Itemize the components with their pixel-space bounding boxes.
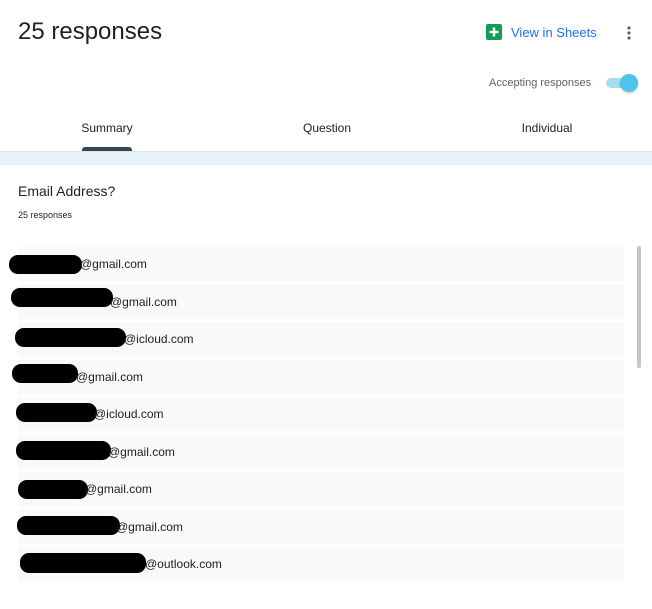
redaction-mark bbox=[11, 287, 113, 307]
more-vert-icon bbox=[627, 26, 631, 40]
response-row: @gmail.com bbox=[11, 284, 624, 319]
response-row: @icloud.com bbox=[15, 322, 624, 356]
email-domain: @icloud.com bbox=[94, 407, 164, 421]
question-title: Email Address? bbox=[18, 183, 116, 199]
response-tabs: Summary Question Individual bbox=[0, 108, 652, 152]
more-options-button[interactable] bbox=[620, 22, 638, 44]
email-domain: @gmail.com bbox=[110, 294, 177, 309]
page-title: 25 responses bbox=[18, 18, 163, 45]
redaction-mark bbox=[16, 403, 97, 422]
google-sheets-icon bbox=[486, 24, 502, 40]
email-domain: @gmail.com bbox=[76, 369, 143, 384]
response-row: @outlook.com bbox=[18, 547, 624, 581]
email-domain: @gmail.com bbox=[116, 519, 183, 534]
responses-list: @gmail.com @gmail.com @icloud.com @gmail… bbox=[9, 247, 624, 585]
response-row: @gmail.com bbox=[17, 509, 624, 544]
email-domain: @gmail.com bbox=[80, 257, 147, 271]
tab-question[interactable]: Question bbox=[262, 108, 392, 152]
responses-header: 25 responses View in Sheets Accepting re… bbox=[0, 0, 652, 160]
email-domain: @gmail.com bbox=[108, 444, 175, 459]
response-count: 25 responses bbox=[18, 210, 73, 220]
response-row: @icloud.com bbox=[16, 397, 624, 431]
redaction-mark bbox=[18, 480, 88, 499]
view-in-sheets-label: View in Sheets bbox=[511, 24, 597, 40]
email-domain: @icloud.com bbox=[124, 332, 194, 346]
accepting-responses-toggle[interactable] bbox=[604, 74, 638, 92]
redaction-mark bbox=[9, 255, 82, 274]
tab-individual[interactable]: Individual bbox=[482, 108, 612, 152]
redaction-mark bbox=[16, 440, 111, 460]
redaction-mark bbox=[12, 363, 78, 383]
redaction-mark bbox=[20, 553, 146, 573]
response-row: @gmail.com bbox=[12, 359, 624, 394]
redaction-mark bbox=[15, 328, 126, 347]
toggle-knob bbox=[620, 74, 638, 92]
response-row: @gmail.com bbox=[18, 472, 624, 506]
tab-summary[interactable]: Summary bbox=[42, 108, 172, 152]
response-row: @gmail.com bbox=[9, 247, 624, 281]
response-row: @gmail.com bbox=[16, 434, 624, 469]
view-in-sheets-button[interactable]: View in Sheets bbox=[486, 24, 597, 40]
accepting-responses-label: Accepting responses bbox=[489, 77, 592, 89]
email-domain: @gmail.com bbox=[85, 482, 152, 496]
redaction-mark bbox=[17, 515, 120, 535]
section-divider bbox=[0, 151, 652, 165]
email-domain: @outlook.com bbox=[145, 557, 222, 571]
list-scrollbar[interactable] bbox=[637, 246, 641, 368]
